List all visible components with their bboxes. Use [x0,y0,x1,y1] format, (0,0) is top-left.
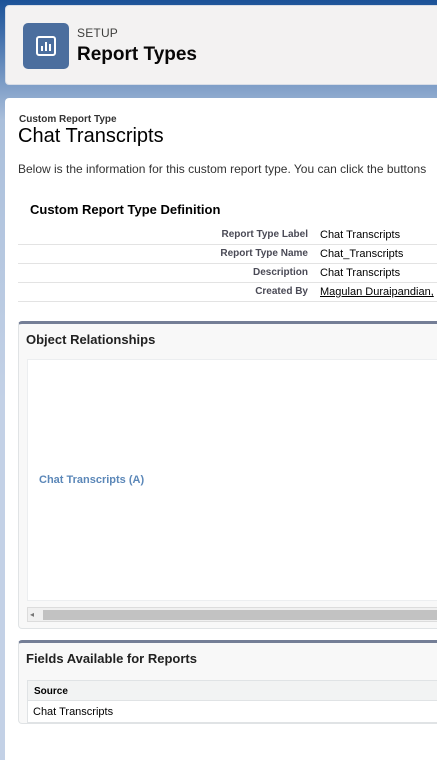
field-label: Report Type Name [220,248,308,259]
object-relationships-panel: Object Relationships Chat Transcripts (A… [18,321,437,629]
field-label: Report Type Label [221,229,309,240]
field-value: Chat Transcripts [320,267,401,279]
panel-title: Fields Available for Reports [26,651,197,666]
definition-table: Report Type Label Chat Transcripts Repor… [18,226,437,302]
definition-row: Created By Magulan Duraipandian, [18,283,437,302]
header-eyebrow: SETUP [77,26,119,40]
fields-table: Source Chat Transcripts [27,680,437,723]
table-header: Source [28,681,437,701]
scroll-left-icon[interactable]: ◂ [30,610,34,619]
field-value: Chat_Transcripts [320,248,404,260]
report-icon [23,23,69,69]
definition-row: Report Type Name Chat_Transcripts [18,245,437,264]
scroll-thumb[interactable] [43,610,437,620]
record-title: Chat Transcripts [18,125,164,147]
relationship-diagram: Chat Transcripts (A) [27,359,437,601]
fields-available-panel: Fields Available for Reports Source Chat… [18,640,437,724]
field-value: Chat Transcripts [320,229,401,241]
main-content: Custom Report Type Chat Transcripts Belo… [5,98,437,760]
object-a-link[interactable]: Chat Transcripts (A) [39,474,144,486]
field-label: Description [252,267,308,278]
record-type-label: Custom Report Type [19,114,117,125]
column-header-source[interactable]: Source [34,686,68,697]
source-cell: Chat Transcripts [33,706,114,718]
table-row: Chat Transcripts [28,701,437,722]
definition-row: Report Type Label Chat Transcripts [18,226,437,245]
page-title: Report Types [77,44,198,65]
field-label: Created By [255,286,308,297]
created-by-link[interactable]: Magulan Duraipandian, [320,286,434,298]
definition-section-title: Custom Report Type Definition [30,202,221,217]
panel-title: Object Relationships [26,332,156,347]
page-header: SETUP Report Types [5,5,437,85]
horizontal-scrollbar[interactable]: ◂ [27,607,437,622]
intro-text: Below is the information for this custom… [18,162,427,176]
definition-row: Description Chat Transcripts [18,264,437,283]
